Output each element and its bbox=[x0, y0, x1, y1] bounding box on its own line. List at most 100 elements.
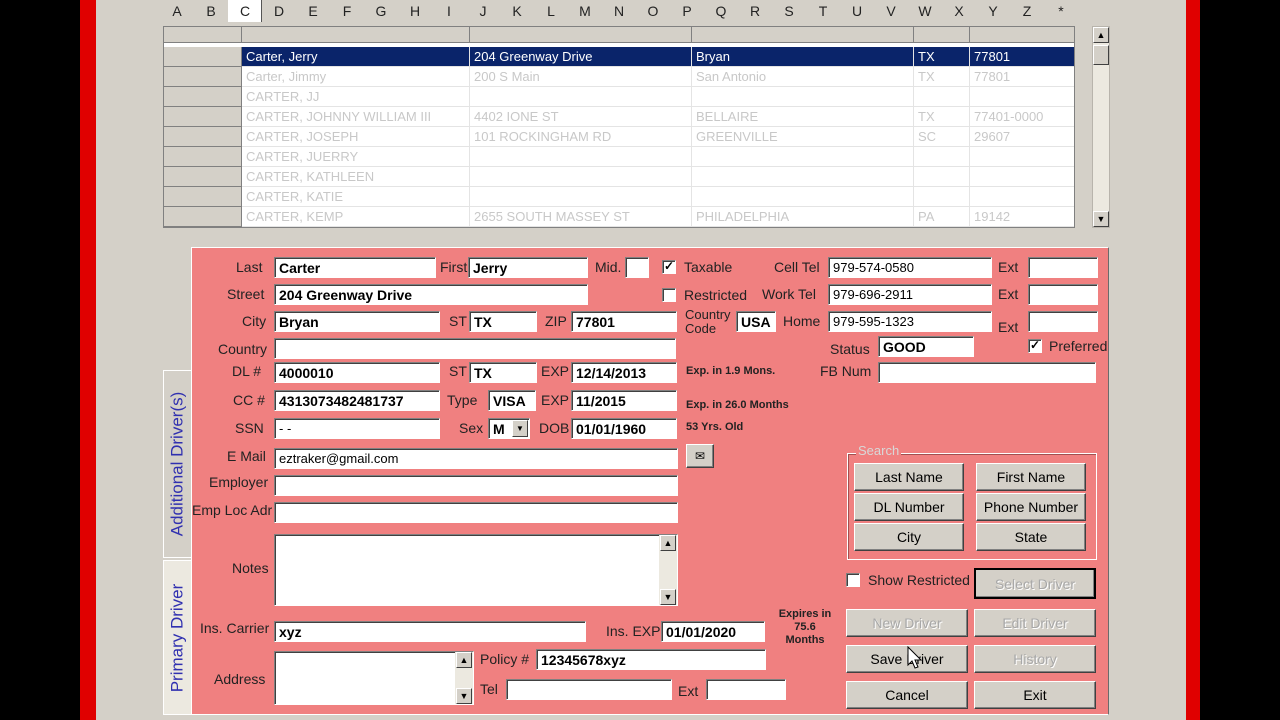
table-row[interactable]: CARTER, JOHNNY WILLIAM III 4402 IONE ST BE… bbox=[164, 107, 1074, 127]
first-name-field[interactable]: Jerry bbox=[468, 257, 588, 278]
alphabet-filter-p[interactable]: P bbox=[670, 0, 704, 22]
exit-button[interactable]: Exit bbox=[974, 681, 1096, 709]
search-dl-number-button[interactable]: DL Number bbox=[854, 493, 964, 521]
alphabet-filter-u[interactable]: U bbox=[840, 0, 874, 22]
table-row[interactable]: CARTER, JOSEPH 101 ROCKINGHAM RD GREENVILL… bbox=[164, 127, 1074, 147]
alphabet-filter-y[interactable]: Y bbox=[976, 0, 1010, 22]
row-selector[interactable] bbox=[164, 167, 242, 187]
scroll-down-arrow-icon[interactable]: ▼ bbox=[660, 589, 676, 605]
show-restricted-checkbox[interactable] bbox=[846, 573, 860, 587]
alphabet-filter-k[interactable]: K bbox=[500, 0, 534, 22]
city-field[interactable]: Bryan bbox=[274, 311, 440, 332]
grid-scrollbar[interactable]: ▲ ▼ bbox=[1092, 26, 1110, 228]
table-row[interactable]: CARTER, JUERRY bbox=[164, 147, 1074, 167]
insurance-exp-field[interactable]: 01/01/2020 bbox=[661, 621, 765, 642]
country-field[interactable] bbox=[274, 338, 676, 359]
work-tel-field[interactable]: 979-696-2911 bbox=[828, 284, 992, 305]
alphabet-filter-b[interactable]: B bbox=[194, 0, 228, 22]
alphabet-filter-h[interactable]: H bbox=[398, 0, 432, 22]
table-row[interactable]: CARTER, JJ bbox=[164, 87, 1074, 107]
alphabet-filter-v[interactable]: V bbox=[874, 0, 908, 22]
taxable-checkbox[interactable]: ✓ bbox=[662, 260, 676, 274]
table-row[interactable]: CARTER, KATIE bbox=[164, 187, 1074, 207]
dob-field[interactable]: 01/01/1960 bbox=[571, 418, 677, 439]
address-scrollbar[interactable]: ▲ ▼ bbox=[455, 652, 473, 704]
street-field[interactable]: 204 Greenway Drive bbox=[274, 284, 588, 305]
alphabet-filter-e[interactable]: E bbox=[296, 0, 330, 22]
row-selector[interactable] bbox=[164, 127, 242, 147]
notes-scrollbar[interactable]: ▲ ▼ bbox=[659, 535, 677, 605]
home-tel-field[interactable]: 979-595-1323 bbox=[828, 311, 992, 332]
alphabet-filter-q[interactable]: Q bbox=[704, 0, 738, 22]
scroll-up-arrow-icon[interactable]: ▲ bbox=[1093, 27, 1109, 43]
select-driver-button[interactable]: Select Driver bbox=[974, 568, 1096, 599]
status-field[interactable]: GOOD bbox=[878, 336, 974, 357]
search-last-name-button[interactable]: Last Name bbox=[854, 463, 964, 491]
row-selector[interactable] bbox=[164, 187, 242, 207]
scroll-down-arrow-icon[interactable]: ▼ bbox=[1093, 211, 1109, 227]
new-driver-button[interactable]: New Driver bbox=[846, 609, 968, 637]
scroll-down-arrow-icon[interactable]: ▼ bbox=[456, 688, 472, 704]
restricted-checkbox[interactable] bbox=[662, 288, 676, 302]
row-selector[interactable] bbox=[164, 147, 242, 167]
row-selector[interactable] bbox=[164, 87, 242, 107]
alphabet-filter-r[interactable]: R bbox=[738, 0, 772, 22]
alphabet-filter-a[interactable]: A bbox=[160, 0, 194, 22]
row-selector[interactable] bbox=[164, 67, 242, 87]
scroll-up-arrow-icon[interactable]: ▲ bbox=[456, 652, 472, 668]
search-phone-number-button[interactable]: Phone Number bbox=[976, 493, 1086, 521]
alphabet-filter-d[interactable]: D bbox=[262, 0, 296, 22]
scroll-thumb[interactable] bbox=[1093, 45, 1109, 65]
insurance-ext-field[interactable] bbox=[706, 679, 786, 700]
preferred-checkbox[interactable]: ✓ bbox=[1028, 339, 1042, 353]
table-row[interactable]: CARTER, KEMP 2655 SOUTH MASSEY ST PHILADEL… bbox=[164, 207, 1074, 227]
alphabet-filter-n[interactable]: N bbox=[602, 0, 636, 22]
alphabet-filter-l[interactable]: L bbox=[534, 0, 568, 22]
search-first-name-button[interactable]: First Name bbox=[976, 463, 1086, 491]
table-row[interactable]: CARTER, KATHLEEN bbox=[164, 167, 1074, 187]
alphabet-filter-s[interactable]: S bbox=[772, 0, 806, 22]
insurance-address-textarea[interactable]: ▲ ▼ bbox=[274, 651, 474, 705]
ssn-field[interactable]: - - bbox=[274, 418, 440, 439]
notes-textarea[interactable]: ▲ ▼ bbox=[274, 534, 678, 606]
alphabet-filter-t[interactable]: T bbox=[806, 0, 840, 22]
alphabet-filter-f[interactable]: F bbox=[330, 0, 364, 22]
zip-field[interactable]: 77801 bbox=[571, 311, 677, 332]
cancel-button[interactable]: Cancel bbox=[846, 681, 968, 709]
send-email-button[interactable]: ✉ bbox=[686, 444, 714, 468]
alphabet-filter-x[interactable]: X bbox=[942, 0, 976, 22]
table-row[interactable]: Carter, Jimmy 200 S Main San Antonio TX 7780… bbox=[164, 67, 1074, 87]
last-name-field[interactable]: Carter bbox=[274, 257, 436, 278]
alphabet-filter-w[interactable]: W bbox=[908, 0, 942, 22]
employer-field[interactable] bbox=[274, 475, 678, 496]
dl-number-field[interactable]: 4000010 bbox=[274, 362, 440, 383]
row-selector[interactable] bbox=[164, 107, 242, 127]
alphabet-filter-i[interactable]: I bbox=[432, 0, 466, 22]
cell-tel-field[interactable]: 979-574-0580 bbox=[828, 257, 992, 278]
alphabet-filter-m[interactable]: M bbox=[568, 0, 602, 22]
search-state-button[interactable]: State bbox=[976, 523, 1086, 551]
tab-additional-drivers[interactable]: Additional Driver(s) bbox=[163, 370, 191, 558]
alphabet-filter-o[interactable]: O bbox=[636, 0, 670, 22]
search-city-button[interactable]: City bbox=[854, 523, 964, 551]
email-field[interactable]: eztraker@gmail.com bbox=[274, 448, 678, 469]
dl-state-field[interactable]: TX bbox=[469, 362, 537, 383]
alphabet-filter-z[interactable]: Z bbox=[1010, 0, 1044, 22]
row-selector[interactable] bbox=[164, 207, 242, 227]
scroll-up-arrow-icon[interactable]: ▲ bbox=[660, 535, 676, 551]
sex-select[interactable]: M ▼ bbox=[488, 418, 530, 439]
middle-initial-field[interactable] bbox=[625, 257, 649, 278]
insurance-tel-field[interactable] bbox=[506, 679, 672, 700]
dl-exp-field[interactable]: 12/14/2013 bbox=[571, 362, 677, 383]
tab-primary-driver[interactable]: Primary Driver bbox=[163, 560, 191, 715]
credit-card-field[interactable]: 4313073482481737 bbox=[274, 390, 440, 411]
chevron-down-icon[interactable]: ▼ bbox=[512, 420, 528, 437]
alphabet-filter-g[interactable]: G bbox=[364, 0, 398, 22]
table-row[interactable]: Carter, Jerry 204 Greenway Drive Bryan TX 77… bbox=[164, 47, 1074, 67]
work-ext-field[interactable] bbox=[1028, 284, 1098, 305]
country-code-field[interactable]: USA bbox=[736, 311, 776, 332]
edit-driver-button[interactable]: Edit Driver bbox=[974, 609, 1096, 637]
employer-location-field[interactable] bbox=[274, 502, 678, 523]
history-button[interactable]: History bbox=[974, 645, 1096, 673]
home-ext-field[interactable] bbox=[1028, 311, 1098, 332]
